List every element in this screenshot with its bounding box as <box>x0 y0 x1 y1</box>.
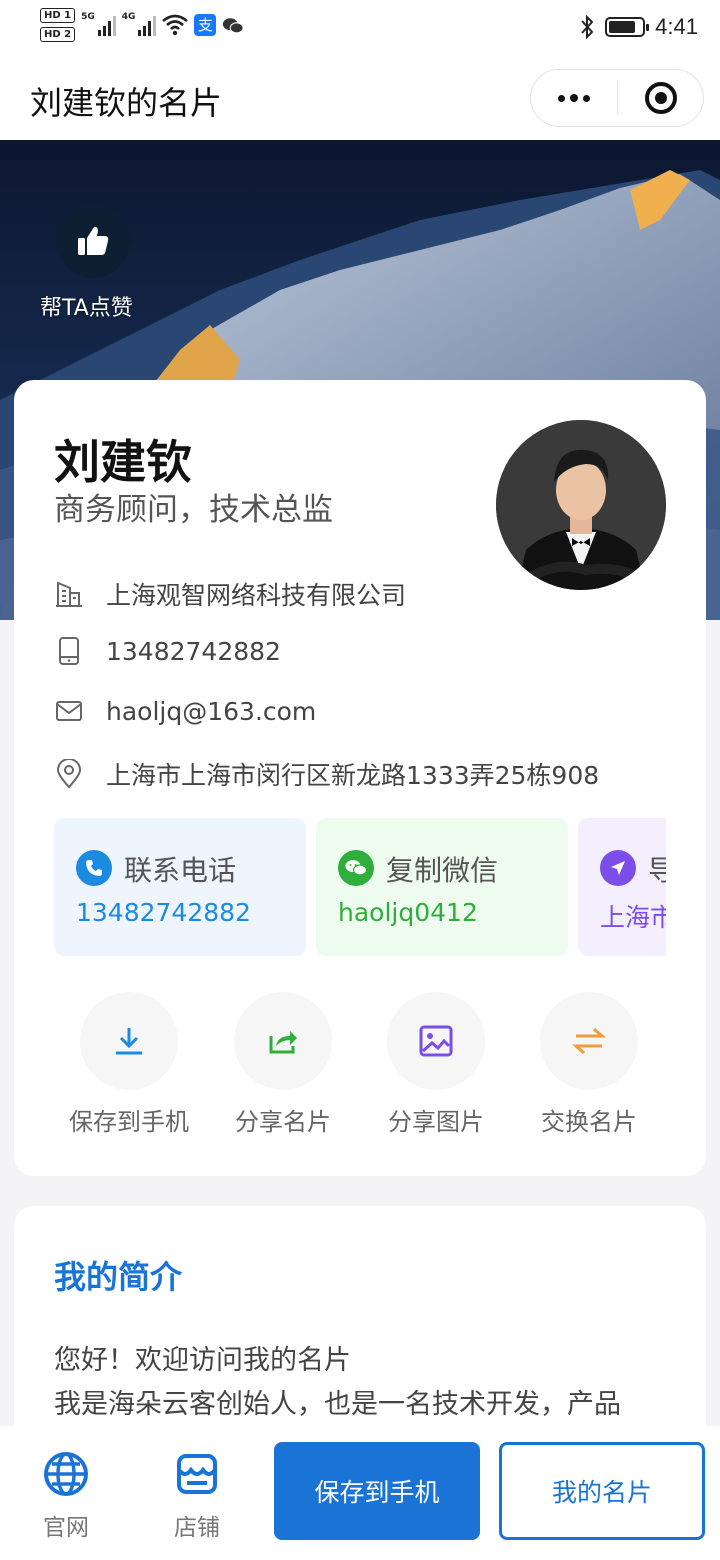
profile-name: 刘建钦 <box>54 435 192 489</box>
exchange-icon <box>572 1027 606 1055</box>
store-icon <box>177 1454 217 1494</box>
image-icon <box>419 1025 453 1057</box>
clock: 4:41 <box>655 14 698 39</box>
wechat-icon <box>338 850 374 886</box>
page: HD 1 HD 2 5G 4G 支 4:41 刘建钦的名片 帮TA点赞 刘建钦 … <box>0 0 720 1560</box>
download-icon <box>116 1028 142 1055</box>
intro-line-1: 您好！欢迎访问我的名片 <box>54 1345 351 1376</box>
wifi-icon <box>162 14 189 36</box>
save-to-phone-tool[interactable]: 保存到手机 <box>54 992 204 1137</box>
bottom-bar: 官网 店铺 保存到手机 我的名片 <box>0 1426 720 1560</box>
like-button[interactable] <box>56 204 130 278</box>
nav-store[interactable]: 店铺 <box>157 1450 237 1542</box>
share-image-label: 分享图片 <box>388 1108 484 1136</box>
location-pin-icon <box>56 759 82 789</box>
share-card-tool[interactable]: 分享名片 <box>208 992 358 1137</box>
nav-website-label: 官网 <box>43 1515 89 1541</box>
exchange-card-label: 交换名片 <box>541 1108 637 1136</box>
profile-role: 商务顾问，技术总监 <box>54 492 333 528</box>
intro-title: 我的简介 <box>54 1258 183 1296</box>
title-bar: 刘建钦的名片 <box>0 56 720 140</box>
navigation-icon <box>600 850 636 886</box>
status-bar: HD 1 HD 2 5G 4G 支 4:41 <box>0 0 720 56</box>
quick-actions-scroller[interactable]: 联系电话 13482742882 复制微信 haoljq0412 导 上海市 <box>54 816 666 960</box>
copy-wechat-value: haoljq0412 <box>338 898 478 927</box>
share-image-circle <box>387 992 485 1090</box>
close-button[interactable] <box>618 70 703 126</box>
mini-program-capsule <box>530 69 704 127</box>
globe-icon <box>44 1452 88 1496</box>
share-icon <box>269 1031 297 1054</box>
call-phone-card[interactable]: 联系电话 13482742882 <box>54 818 306 956</box>
save-to-phone-button[interactable]: 保存到手机 <box>274 1442 480 1540</box>
exchange-card-circle <box>540 992 638 1090</box>
copy-wechat-title: 复制微信 <box>386 854 499 887</box>
phone-icon <box>76 850 112 886</box>
status-right: 4:41 <box>579 14 698 40</box>
phone-text: 13482742882 <box>106 636 281 666</box>
alipay-icon: 支 <box>194 14 217 36</box>
battery-fill <box>609 21 635 33</box>
navigation-title: 导 <box>648 854 666 887</box>
hd1-badge: HD 1 <box>40 8 76 23</box>
tool-row: 保存到手机 分享名片 分享图片 交换名片 <box>14 992 706 1142</box>
signal-icon: 5G <box>81 12 116 36</box>
call-phone-value: 13482742882 <box>76 898 251 927</box>
email-row[interactable]: haoljq@163.com <box>54 696 316 726</box>
email-text: haoljq@163.com <box>106 696 317 726</box>
save-tool-label: 保存到手机 <box>69 1108 189 1136</box>
phone-row[interactable]: 13482742882 <box>54 636 281 666</box>
profile-card: 刘建钦 商务顾问，技术总监 上海观智网络科技有限公司 13482742882 h… <box>14 380 706 1176</box>
address-row[interactable]: 上海市上海市闵行区新龙路1333弄25栋908 <box>54 756 599 792</box>
share-image-tool[interactable]: 分享图片 <box>361 992 511 1137</box>
signal-icon-2: 4G <box>122 12 157 36</box>
network-type-1: 5G <box>81 12 95 22</box>
company-text: 上海观智网络科技有限公司 <box>106 581 407 610</box>
exchange-card-tool[interactable]: 交换名片 <box>514 992 664 1137</box>
close-target-icon <box>644 82 677 114</box>
mail-icon <box>56 701 82 721</box>
copy-wechat-card[interactable]: 复制微信 haoljq0412 <box>316 818 568 956</box>
address-text: 上海市上海市闵行区新龙路1333弄25栋908 <box>106 761 600 790</box>
hd2-badge: HD 2 <box>40 27 76 42</box>
battery-icon <box>605 17 650 37</box>
wechat-icon <box>223 18 245 34</box>
intro-line-2: 我是海朵云客创始人，也是一名技术开发，产品 <box>54 1389 621 1420</box>
company-row: 上海观智网络科技有限公司 <box>54 576 406 612</box>
avatar-photo <box>496 420 666 590</box>
avatar[interactable] <box>496 420 666 590</box>
share-card-circle <box>234 992 332 1090</box>
nav-website[interactable]: 官网 <box>26 1450 106 1542</box>
navigation-card[interactable]: 导 上海市 <box>578 818 666 956</box>
like-label: 帮TA点赞 <box>40 296 133 321</box>
network-type-2: 4G <box>121 12 136 22</box>
share-card-label: 分享名片 <box>235 1108 331 1136</box>
nav-store-label: 店铺 <box>174 1515 220 1541</box>
thumbs-up-icon <box>78 226 109 255</box>
save-tool-circle <box>80 992 178 1090</box>
mobile-phone-icon <box>59 637 79 665</box>
hd-badges: HD 1 HD 2 <box>40 8 76 42</box>
page-title: 刘建钦的名片 <box>30 84 223 122</box>
call-phone-title: 联系电话 <box>124 854 237 887</box>
building-icon <box>56 581 82 607</box>
status-left: HD 1 HD 2 5G 4G 支 <box>40 8 245 42</box>
navigation-value: 上海市 <box>600 903 666 932</box>
more-button[interactable] <box>531 70 617 126</box>
bluetooth-icon <box>581 14 594 40</box>
my-card-button[interactable]: 我的名片 <box>499 1442 705 1540</box>
